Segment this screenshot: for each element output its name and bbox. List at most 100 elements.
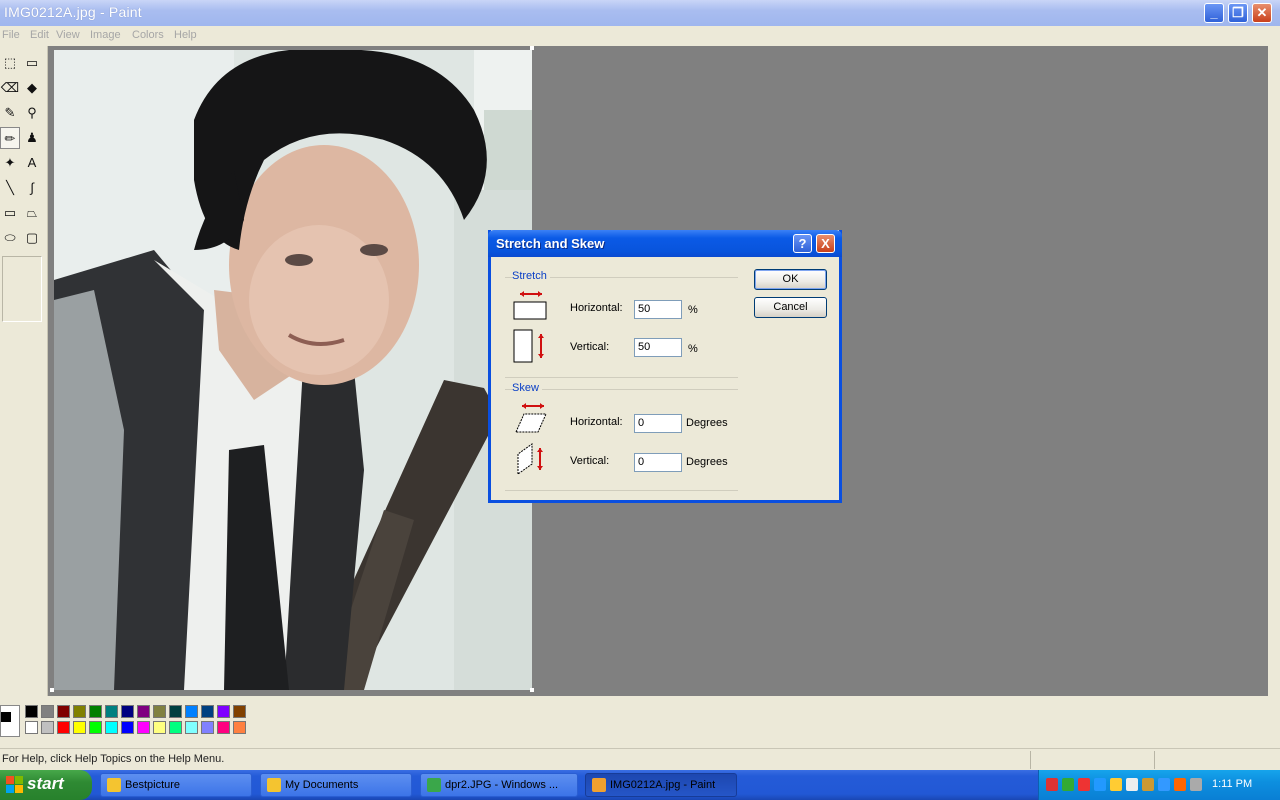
folder-icon <box>107 778 121 792</box>
palette-swatch[interactable] <box>25 721 38 734</box>
palette-swatch[interactable] <box>217 705 230 718</box>
skew-group-label: Skew <box>512 382 542 394</box>
palette-swatch[interactable] <box>41 721 54 734</box>
tool-airbrush[interactable]: ✦ <box>0 152 20 174</box>
palette-swatch[interactable] <box>201 705 214 718</box>
help-button[interactable]: ? <box>793 234 812 253</box>
tool-eraser[interactable]: ⌫ <box>0 77 20 99</box>
palette-swatch[interactable] <box>233 721 246 734</box>
stretch-vertical-input[interactable]: 50 <box>634 338 682 357</box>
toolbox: ⬚ ▭ ⌫ ◆ ✎ ⚲ ✏ ♟ ✦ A ╲ ∫ ▭ ⏢ ⬭ ▢ <box>0 46 48 696</box>
palette-swatch[interactable] <box>185 705 198 718</box>
tray-icon[interactable] <box>1094 778 1106 791</box>
maximize-button[interactable]: ❐ <box>1228 3 1248 23</box>
stretch-horizontal-input[interactable]: 50 <box>634 300 682 319</box>
palette-swatch[interactable] <box>201 721 214 734</box>
tool-line[interactable]: ╲ <box>0 177 20 199</box>
menu-view[interactable]: View <box>56 29 80 41</box>
menu-colors[interactable]: Colors <box>132 29 164 41</box>
tool-fill[interactable]: ◆ <box>22 77 42 99</box>
palette-swatch[interactable] <box>89 721 102 734</box>
picture-viewer-icon <box>427 778 441 792</box>
menu-file[interactable]: File <box>2 29 20 41</box>
folder-icon <box>267 778 281 792</box>
menu-edit[interactable]: Edit <box>30 29 49 41</box>
taskbar-item-label: dpr2.JPG - Windows ... <box>445 779 559 791</box>
start-button[interactable]: start <box>0 770 92 800</box>
palette-swatch[interactable] <box>217 721 230 734</box>
palette-swatch[interactable] <box>137 721 150 734</box>
palette-swatch[interactable] <box>169 705 182 718</box>
tool-brush[interactable]: ♟ <box>22 127 42 149</box>
resize-handle-bottom-left[interactable] <box>50 688 54 692</box>
taskbar-item-picture-viewer[interactable]: dpr2.JPG - Windows ... <box>420 773 578 797</box>
resize-handle-top-right[interactable] <box>530 46 534 50</box>
tool-rounded-rectangle[interactable]: ▢ <box>22 227 42 249</box>
dialog-title-bar[interactable]: Stretch and Skew ? X <box>488 230 842 257</box>
dialog-close-button[interactable]: X <box>816 234 835 253</box>
status-divider <box>1030 751 1031 769</box>
palette-swatch[interactable] <box>89 705 102 718</box>
canvas-image[interactable] <box>54 50 532 690</box>
vertical-scrollbar[interactable] <box>1268 46 1280 746</box>
palette-swatch[interactable] <box>105 705 118 718</box>
ok-button[interactable]: OK <box>754 269 827 290</box>
close-button[interactable]: ✕ <box>1252 3 1272 23</box>
tool-pencil[interactable]: ✏ <box>0 127 20 149</box>
palette-swatch[interactable] <box>73 705 86 718</box>
tool-text[interactable]: A <box>22 152 42 174</box>
tool-options-panel[interactable] <box>2 256 42 322</box>
palette-swatch[interactable] <box>57 721 70 734</box>
palette-swatch[interactable] <box>153 705 166 718</box>
tool-ellipse[interactable]: ⬭ <box>0 227 20 249</box>
tool-curve[interactable]: ∫ <box>22 177 42 199</box>
taskbar-item-bestpicture[interactable]: Bestpicture <box>100 773 252 797</box>
clock[interactable]: 1:11 PM <box>1212 778 1252 790</box>
taskbar-item-paint[interactable]: IMG0212A.jpg - Paint <box>585 773 737 797</box>
percent-unit: % <box>688 343 698 355</box>
tool-select[interactable]: ▭ <box>22 52 42 74</box>
palette-swatch[interactable] <box>153 721 166 734</box>
tray-icon[interactable] <box>1046 778 1058 791</box>
palette-swatch[interactable] <box>73 721 86 734</box>
tray-icon[interactable] <box>1078 778 1090 791</box>
menu-image[interactable]: Image <box>90 29 121 41</box>
tray-icon[interactable] <box>1126 778 1138 791</box>
title-bar[interactable]: IMG0212A.jpg - Paint _ ❐ ✕ <box>0 0 1280 26</box>
tray-icon[interactable] <box>1190 778 1202 791</box>
palette-swatch[interactable] <box>105 721 118 734</box>
menu-help[interactable]: Help <box>174 29 197 41</box>
tray-icon[interactable] <box>1142 778 1154 791</box>
tool-free-form-select[interactable]: ⬚ <box>0 52 20 74</box>
minimize-button[interactable]: _ <box>1204 3 1224 23</box>
resize-handle-bottom-right[interactable] <box>530 688 534 692</box>
skew-horizontal-input[interactable]: 0 <box>634 414 682 433</box>
palette-swatch[interactable] <box>41 705 54 718</box>
tool-rectangle[interactable]: ▭ <box>0 202 20 224</box>
taskbar-item-my-documents[interactable]: My Documents <box>260 773 412 797</box>
stretch-horizontal-label: Horizontal: <box>570 302 623 314</box>
skew-vertical-icon <box>517 443 543 475</box>
tray-icon[interactable] <box>1174 778 1186 791</box>
tray-icon[interactable] <box>1158 778 1170 791</box>
palette-swatch[interactable] <box>57 705 70 718</box>
current-colors[interactable] <box>0 705 20 737</box>
palette-swatch[interactable] <box>137 705 150 718</box>
tool-polygon[interactable]: ⏢ <box>22 202 42 224</box>
dialog-title: Stretch and Skew <box>496 236 605 251</box>
cancel-button[interactable]: Cancel <box>754 297 827 318</box>
skew-vertical-input[interactable]: 0 <box>634 453 682 472</box>
tool-magnifier[interactable]: ⚲ <box>22 102 42 124</box>
palette-swatch[interactable] <box>233 705 246 718</box>
palette-swatch[interactable] <box>25 705 38 718</box>
palette-swatch[interactable] <box>121 721 134 734</box>
tray-icon[interactable] <box>1062 778 1074 791</box>
status-bar: For Help, click Help Topics on the Help … <box>0 748 1280 770</box>
palette-swatch[interactable] <box>185 721 198 734</box>
palette-swatch[interactable] <box>169 721 182 734</box>
palette-swatch[interactable] <box>121 705 134 718</box>
tool-pick-color[interactable]: ✎ <box>0 102 20 124</box>
degrees-unit: Degrees <box>686 456 728 468</box>
skew-horizontal-icon <box>515 403 547 433</box>
tray-icon[interactable] <box>1110 778 1122 791</box>
